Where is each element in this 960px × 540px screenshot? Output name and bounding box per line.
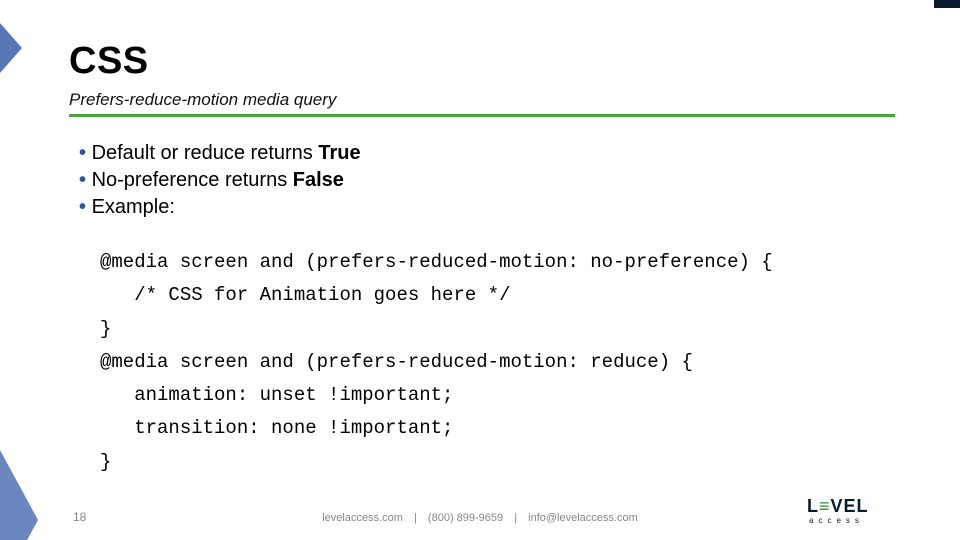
- code-line: }: [100, 318, 111, 340]
- page-subtitle: Prefers-reduce-motion media query: [69, 90, 336, 110]
- decorative-triangle-bottom-left: [0, 450, 38, 540]
- logo-sub: access: [807, 516, 922, 525]
- bullet-item: • Example:: [79, 194, 361, 221]
- page-title: CSS: [69, 40, 149, 83]
- brand-logo: L≡VEL access: [807, 496, 922, 526]
- logo-main: L≡VEL: [807, 496, 922, 517]
- bullet-item: • No-preference returns False: [79, 167, 361, 194]
- bullet-bold: True: [318, 142, 360, 164]
- bullet-list: • Default or reduce returns True • No-pr…: [79, 140, 361, 221]
- code-line: @media screen and (prefers-reduced-motio…: [100, 351, 693, 373]
- code-line: }: [100, 451, 111, 473]
- code-line: transition: none !important;: [100, 417, 453, 439]
- logo-bars-icon: ≡: [819, 496, 831, 516]
- footer-separator: |: [514, 512, 517, 524]
- footer-separator: |: [414, 512, 417, 524]
- code-line: animation: unset !important;: [100, 384, 453, 406]
- decorative-triangle-top-left: [0, 23, 22, 73]
- bullet-text: No-preference returns: [92, 169, 293, 191]
- code-line: /* CSS for Animation goes here */: [100, 284, 510, 306]
- bullet-text: Default or reduce returns: [92, 142, 319, 164]
- footer-phone: (800) 899-9659: [428, 512, 503, 524]
- footer: 18 levelaccess.com | (800) 899-9659 | in…: [0, 500, 960, 524]
- footer-email: info@levelaccess.com: [528, 512, 638, 524]
- slide: CSS Prefers-reduce-motion media query • …: [0, 0, 960, 540]
- bullet-text: Example:: [92, 196, 175, 218]
- footer-url: levelaccess.com: [322, 512, 403, 524]
- code-line: @media screen and (prefers-reduced-motio…: [100, 251, 773, 273]
- code-block: @media screen and (prefers-reduced-motio…: [100, 246, 773, 479]
- decorative-bar-top-right: [934, 0, 960, 8]
- title-divider: [69, 114, 895, 117]
- bullet-item: • Default or reduce returns True: [79, 140, 361, 167]
- bullet-bold: False: [293, 169, 344, 191]
